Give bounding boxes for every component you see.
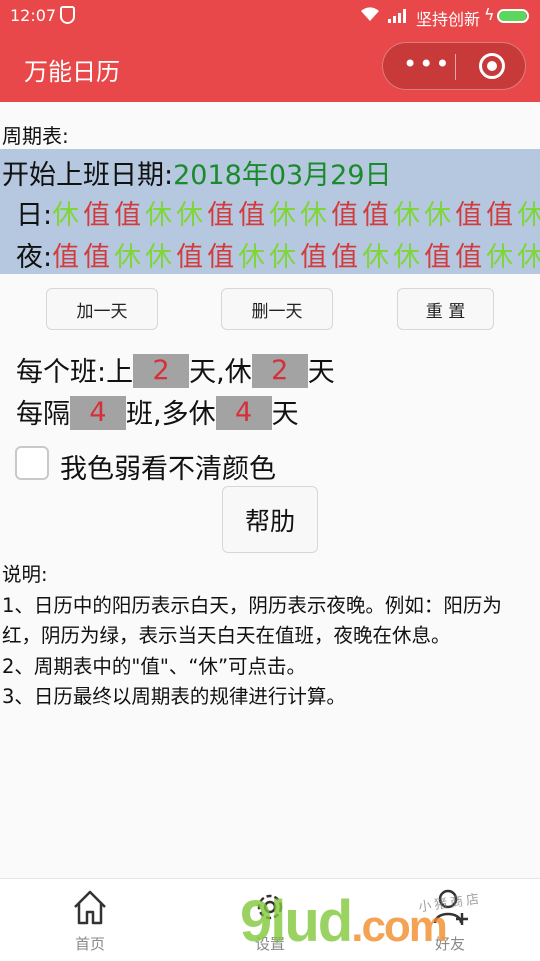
gear-icon	[257, 894, 283, 920]
day-cell[interactable]: 休	[52, 193, 83, 232]
day-row: 日:休值值休休值值休休值值休休值值休	[16, 193, 540, 232]
cycle-label: 周期表:	[2, 124, 69, 148]
night-cell[interactable]: 休	[145, 235, 176, 274]
night-cell[interactable]: 休	[486, 235, 517, 274]
cycle-table: 开始上班日期:2018年03月29日 日:休值值休休值值休休值值休休值值休 夜:…	[0, 149, 540, 274]
nav-bar: 万能日历 •••	[0, 32, 540, 102]
notes-title: 说明:	[2, 563, 48, 586]
night-cell[interactable]: 休	[269, 235, 300, 274]
rest-days-prefix: 天,休	[189, 357, 252, 388]
interval-input[interactable]: 4	[70, 396, 126, 430]
home-icon	[74, 890, 106, 925]
status-time: 12:07	[10, 6, 57, 25]
more-dots-icon[interactable]: •••	[403, 52, 449, 79]
notes-line-3: 3、日历最终以周期表的规律进行计算。	[2, 685, 346, 708]
notes-line-1: 1、日历中的阳历表示白天，阴历表示夜晚。例如：阳历为红，阴历为绿，表示当天白天在…	[2, 593, 502, 648]
wifi-icon	[360, 6, 380, 26]
day-cell[interactable]: 休	[424, 193, 455, 232]
extra-rest-suffix: 天	[271, 399, 299, 430]
work-days-input[interactable]: 2	[133, 354, 190, 388]
extra-rest-line: 每隔 4 班,多休 4 天	[16, 392, 299, 436]
day-cell[interactable]: 休	[517, 193, 540, 232]
charging-icon: ϟ	[484, 5, 495, 24]
tab-home[interactable]: 首页	[30, 879, 150, 961]
tab-settings-label: 设置	[254, 935, 285, 953]
night-cell[interactable]: 值	[207, 235, 238, 274]
carrier-label: 坚持创新	[416, 10, 481, 29]
day-cell[interactable]: 休	[176, 193, 207, 232]
instructions: 说明: 1、日历中的阳历表示白天，阴历表示夜晚。例如：阳历为红，阴历为绿，表示当…	[2, 560, 538, 713]
night-cell[interactable]: 值	[455, 235, 486, 274]
day-cells: 休值值休休值值休休值值休休值值休	[52, 200, 540, 231]
start-date-value[interactable]: 2018年03月29日	[173, 160, 391, 191]
help-button[interactable]: 帮肋	[222, 486, 318, 553]
night-cell[interactable]: 休	[114, 235, 145, 274]
day-cell[interactable]: 值	[331, 193, 362, 232]
delete-day-button[interactable]: 删一天	[221, 288, 333, 330]
night-cell[interactable]: 值	[424, 235, 455, 274]
night-row-prefix: 夜:	[16, 242, 53, 273]
status-bar: 12:07 坚持创新 ϟ	[0, 0, 540, 32]
capsule-divider	[455, 54, 456, 80]
extra-rest-input[interactable]: 4	[215, 396, 272, 430]
battery-fill	[499, 11, 526, 21]
night-cell[interactable]: 休	[517, 235, 540, 274]
night-cell[interactable]: 值	[300, 235, 331, 274]
day-cell[interactable]: 休	[393, 193, 424, 232]
night-cell[interactable]: 休	[362, 235, 393, 274]
night-cell[interactable]: 休	[238, 235, 269, 274]
night-cell[interactable]: 值	[176, 235, 207, 274]
start-date-row[interactable]: 开始上班日期:2018年03月29日	[2, 153, 392, 192]
tab-home-label: 首页	[74, 935, 105, 953]
add-day-button[interactable]: 加一天	[46, 288, 158, 330]
colorblind-label[interactable]: 我色弱看不清颜色	[60, 447, 276, 486]
day-cell[interactable]: 值	[114, 193, 145, 232]
night-cell[interactable]: 值	[83, 235, 114, 274]
colorblind-checkbox[interactable]	[15, 446, 49, 480]
day-cell[interactable]: 值	[238, 193, 269, 232]
rest-days-input[interactable]: 2	[251, 354, 308, 388]
day-row-prefix: 日:	[16, 200, 53, 231]
night-row: 夜:值值休休值值休休值值休休值值休休	[16, 235, 540, 274]
day-cell[interactable]: 值	[455, 193, 486, 232]
extra-rest-prefix: 班,多休	[126, 399, 216, 430]
battery-icon	[497, 9, 529, 23]
night-cell[interactable]: 值	[52, 235, 83, 274]
shield-icon	[60, 6, 75, 24]
day-cell[interactable]: 值	[486, 193, 517, 232]
tab-friends-label: 好友	[434, 935, 465, 953]
day-cell[interactable]: 值	[83, 193, 114, 232]
start-date-prefix: 开始上班日期:	[2, 160, 174, 191]
reset-button[interactable]: 重 置	[397, 288, 494, 330]
day-cell[interactable]: 值	[207, 193, 238, 232]
notes-line-2: 2、周期表中的"值"、“休”可点击。	[2, 654, 307, 678]
mini-program-capsule: •••	[382, 42, 526, 90]
day-cell[interactable]: 休	[300, 193, 331, 232]
day-cell[interactable]: 休	[145, 193, 176, 232]
night-cell[interactable]: 休	[393, 235, 424, 274]
tab-settings[interactable]: 设置	[210, 879, 330, 961]
work-days-prefix: 每个班:上	[16, 357, 134, 388]
interval-prefix: 每隔	[16, 399, 70, 430]
page-title: 万能日历	[24, 58, 120, 86]
day-cell[interactable]: 值	[362, 193, 393, 232]
night-cells: 值值休休值值休休值值休休值值休休	[52, 242, 540, 273]
shift-settings-line: 每个班:上 2 天,休 2 天	[16, 350, 335, 394]
rest-days-suffix: 天	[307, 357, 335, 388]
day-cell[interactable]: 休	[269, 193, 300, 232]
signal-icon	[388, 9, 406, 23]
night-cell[interactable]: 值	[331, 235, 362, 274]
target-close-icon[interactable]	[479, 53, 505, 79]
